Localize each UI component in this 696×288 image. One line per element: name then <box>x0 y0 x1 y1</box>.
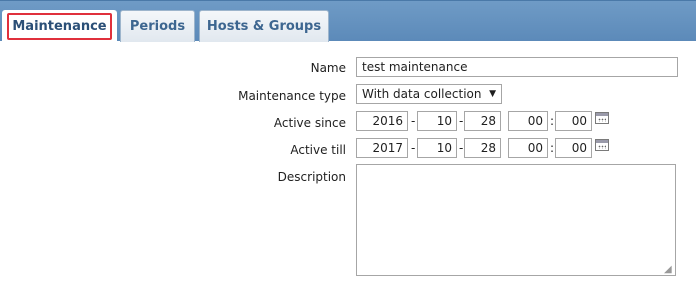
since-time-separator: : <box>550 114 555 128</box>
since-year-input[interactable] <box>356 111 408 131</box>
name-input[interactable] <box>356 57 678 77</box>
till-date-separator: - <box>411 141 416 155</box>
till-time-separator: : <box>550 141 555 155</box>
tab-periods[interactable]: Periods <box>120 10 195 42</box>
till-day-input[interactable] <box>464 138 501 158</box>
tab-bar: Maintenance Periods Hosts & Groups <box>0 0 696 42</box>
since-date-separator: - <box>411 114 416 128</box>
since-date-separator: - <box>459 114 464 128</box>
maintenance-type-value: With data collection <box>362 87 482 101</box>
maintenance-type-label: Maintenance type <box>238 89 346 103</box>
calendar-icon[interactable] <box>595 139 609 151</box>
till-hour-input[interactable] <box>508 138 548 158</box>
active-since-label: Active since <box>273 116 346 130</box>
since-month-input[interactable] <box>417 111 457 131</box>
since-hour-input[interactable] <box>508 111 548 131</box>
resize-grip-icon[interactable]: ◢ <box>664 265 674 275</box>
till-year-input[interactable] <box>356 138 408 158</box>
since-minute-input[interactable] <box>555 111 592 131</box>
chevron-down-icon: ▼ <box>489 89 496 99</box>
tab-periods-label: Periods <box>129 19 186 34</box>
calendar-icon[interactable] <box>595 112 609 124</box>
maintenance-type-select[interactable]: With data collection ▼ <box>356 84 502 104</box>
tab-hosts-groups[interactable]: Hosts & Groups <box>199 10 329 42</box>
since-day-input[interactable] <box>464 111 501 131</box>
active-till-label: Active till <box>290 143 346 157</box>
description-label: Description <box>277 170 346 184</box>
tab-hosts-groups-label: Hosts & Groups <box>206 19 322 34</box>
name-label: Name <box>310 61 346 75</box>
till-month-input[interactable] <box>417 138 457 158</box>
description-textarea[interactable] <box>356 164 676 276</box>
tab-maintenance-label: Maintenance <box>12 19 107 34</box>
till-minute-input[interactable] <box>555 138 592 158</box>
till-date-separator: - <box>459 141 464 155</box>
tab-maintenance[interactable]: Maintenance <box>2 10 117 42</box>
